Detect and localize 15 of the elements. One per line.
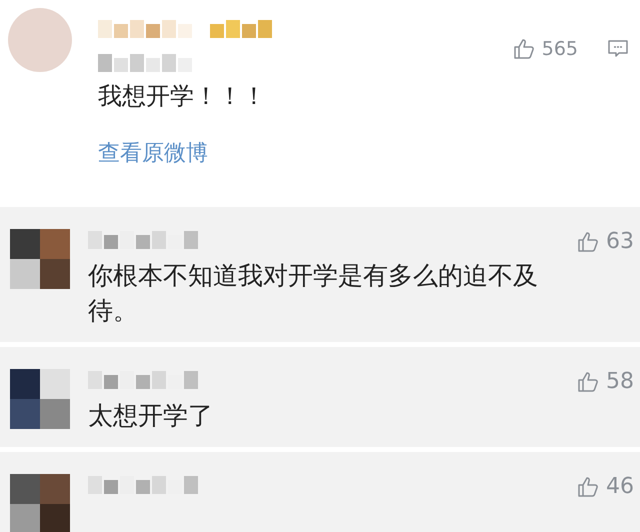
like-count: 63: [606, 229, 634, 254]
avatar-placeholder: [10, 229, 70, 289]
like-count: 46: [606, 474, 634, 499]
view-original-link[interactable]: 查看原微博: [98, 138, 208, 168]
like-count: 565: [542, 38, 578, 60]
post-text: 我想开学！！！: [98, 81, 267, 112]
like-count: 58: [606, 369, 634, 394]
thumbs-up-icon[interactable]: [512, 37, 536, 61]
thumbs-up-icon[interactable]: [576, 474, 600, 498]
comment-text: 太想开学了: [88, 400, 214, 432]
avatar-placeholder: [10, 369, 70, 429]
comment-text: 你根本不知道我对开学是有多么的迫不及待。: [88, 260, 539, 327]
avatar-placeholder: [10, 474, 70, 532]
thumbs-up-icon[interactable]: [576, 230, 600, 254]
thumbs-up-icon[interactable]: [576, 370, 600, 394]
